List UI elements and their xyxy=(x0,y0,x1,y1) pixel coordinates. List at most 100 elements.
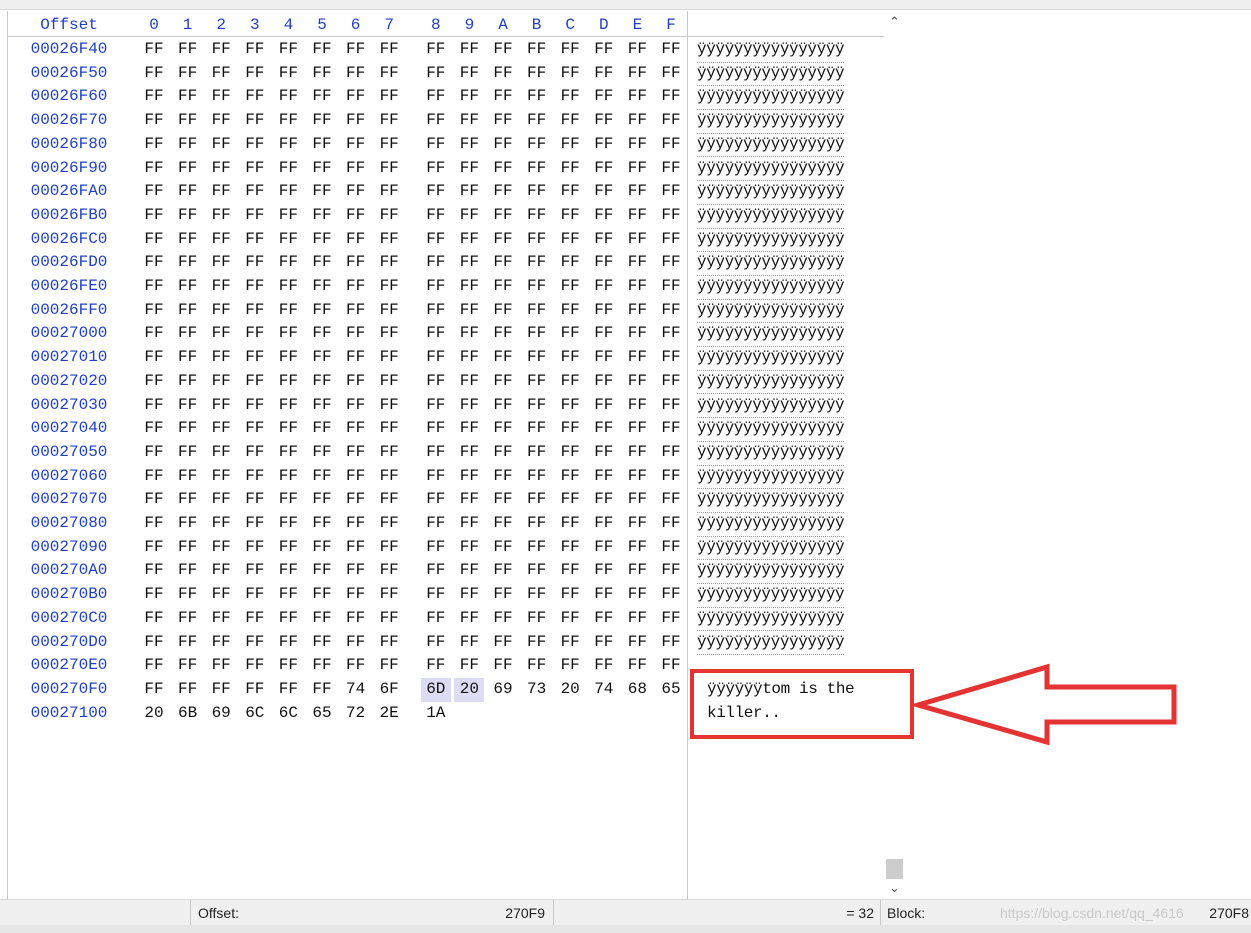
hex-byte[interactable]: FF xyxy=(341,109,371,133)
hex-byte[interactable]: FF xyxy=(421,417,451,441)
hex-byte[interactable]: FF xyxy=(589,133,619,157)
hex-byte[interactable]: FF xyxy=(622,607,652,631)
hex-byte[interactable]: FF xyxy=(273,228,303,252)
hex-byte[interactable]: FF xyxy=(522,180,552,204)
hex-byte[interactable]: FF xyxy=(555,512,585,536)
hex-byte[interactable]: FF xyxy=(273,370,303,394)
hex-byte[interactable]: FF xyxy=(522,654,552,678)
hex-byte[interactable]: FF xyxy=(421,62,451,86)
hex-byte[interactable]: FF xyxy=(488,204,518,228)
hex-byte[interactable]: FF xyxy=(454,322,484,346)
hex-byte[interactable]: FF xyxy=(589,275,619,299)
hex-byte[interactable]: 20 xyxy=(555,678,585,702)
hex-byte[interactable]: FF xyxy=(139,38,169,62)
hex-byte[interactable]: FF xyxy=(555,536,585,560)
hex-byte[interactable]: FF xyxy=(622,346,652,370)
hex-byte[interactable]: FF xyxy=(139,488,169,512)
hex-byte[interactable]: FF xyxy=(522,465,552,489)
hex-byte[interactable]: FF xyxy=(206,204,236,228)
hex-byte[interactable]: FF xyxy=(341,631,371,655)
hex-byte[interactable]: FF xyxy=(374,275,404,299)
hex-byte[interactable]: FF xyxy=(589,228,619,252)
hex-byte[interactable]: FF xyxy=(139,299,169,323)
hex-byte[interactable]: FF xyxy=(273,180,303,204)
hex-byte[interactable]: FF xyxy=(454,133,484,157)
hex-byte[interactable]: FF xyxy=(374,38,404,62)
hex-byte[interactable]: FF xyxy=(656,512,686,536)
hex-byte[interactable]: FF xyxy=(589,465,619,489)
hex-byte[interactable]: FF xyxy=(555,133,585,157)
hex-byte[interactable]: 20 xyxy=(454,677,485,702)
hex-byte[interactable]: FF xyxy=(206,157,236,181)
hex-byte[interactable]: FF xyxy=(240,559,270,583)
hex-byte[interactable]: FF xyxy=(522,536,552,560)
hex-byte[interactable]: FF xyxy=(555,465,585,489)
hex-byte[interactable]: FF xyxy=(656,394,686,418)
hex-byte[interactable]: FF xyxy=(421,228,451,252)
hex-byte[interactable]: FF xyxy=(341,180,371,204)
hex-byte[interactable]: FF xyxy=(374,370,404,394)
hex-byte[interactable]: FF xyxy=(622,322,652,346)
hex-byte[interactable]: FF xyxy=(374,631,404,655)
hex-byte[interactable]: FF xyxy=(589,38,619,62)
hex-byte[interactable]: FF xyxy=(454,536,484,560)
hex-byte[interactable]: FF xyxy=(589,109,619,133)
hex-byte[interactable]: FF xyxy=(454,607,484,631)
hex-byte[interactable]: FF xyxy=(206,417,236,441)
hex-byte[interactable]: FF xyxy=(374,251,404,275)
hex-byte[interactable]: FF xyxy=(307,157,337,181)
hex-byte[interactable]: FF xyxy=(139,654,169,678)
hex-byte[interactable]: FF xyxy=(488,322,518,346)
hex-byte[interactable]: FF xyxy=(555,631,585,655)
hex-byte[interactable]: FF xyxy=(173,370,203,394)
hex-byte[interactable]: FF xyxy=(240,180,270,204)
hex-byte[interactable]: FF xyxy=(555,322,585,346)
hex-byte[interactable]: FF xyxy=(341,228,371,252)
hex-byte[interactable]: FF xyxy=(374,62,404,86)
hex-byte[interactable]: FF xyxy=(240,299,270,323)
hex-byte[interactable]: FF xyxy=(522,559,552,583)
hex-byte[interactable]: FF xyxy=(374,394,404,418)
hex-byte[interactable]: FF xyxy=(374,488,404,512)
hex-byte[interactable]: FF xyxy=(589,322,619,346)
hex-byte[interactable]: FF xyxy=(240,488,270,512)
hex-byte[interactable]: FF xyxy=(307,488,337,512)
hex-byte[interactable]: FF xyxy=(173,228,203,252)
hex-byte[interactable]: FF xyxy=(139,441,169,465)
hex-byte[interactable]: FF xyxy=(488,180,518,204)
hex-byte[interactable]: FF xyxy=(139,370,169,394)
hex-byte[interactable]: FF xyxy=(589,370,619,394)
hex-byte[interactable]: FF xyxy=(139,322,169,346)
hex-byte[interactable]: FF xyxy=(240,62,270,86)
hex-byte[interactable]: FF xyxy=(374,109,404,133)
ascii-text[interactable]: ÿÿÿÿÿÿÿÿÿÿÿÿÿÿÿÿ xyxy=(697,536,845,561)
hex-byte[interactable]: FF xyxy=(421,607,451,631)
hex-byte[interactable]: FF xyxy=(421,488,451,512)
hex-byte[interactable]: FF xyxy=(240,512,270,536)
hex-byte[interactable]: FF xyxy=(555,109,585,133)
hex-byte[interactable]: FF xyxy=(273,631,303,655)
hex-byte[interactable]: FF xyxy=(488,109,518,133)
hex-byte[interactable]: 74 xyxy=(589,678,619,702)
hex-byte[interactable]: FF xyxy=(522,38,552,62)
ascii-text[interactable]: ÿÿÿÿÿÿÿÿÿÿÿÿÿÿÿÿ xyxy=(697,204,845,229)
hex-byte[interactable]: FF xyxy=(173,346,203,370)
hex-byte[interactable]: FF xyxy=(522,488,552,512)
hex-byte[interactable]: FF xyxy=(307,441,337,465)
hex-byte[interactable]: FF xyxy=(173,465,203,489)
hex-byte[interactable]: FF xyxy=(206,133,236,157)
hex-byte[interactable]: FF xyxy=(206,62,236,86)
hex-byte[interactable]: FF xyxy=(307,109,337,133)
hex-byte[interactable]: FF xyxy=(622,62,652,86)
hex-byte[interactable]: FF xyxy=(589,536,619,560)
hex-byte[interactable]: FF xyxy=(421,583,451,607)
hex-byte[interactable]: FF xyxy=(421,109,451,133)
hex-byte[interactable]: FF xyxy=(139,394,169,418)
ascii-text[interactable]: ÿÿÿÿÿÿÿÿÿÿÿÿÿÿÿÿ xyxy=(697,228,845,253)
hex-byte[interactable]: FF xyxy=(240,109,270,133)
hex-byte[interactable]: 74 xyxy=(341,678,371,702)
hex-byte[interactable]: FF xyxy=(273,38,303,62)
hex-byte[interactable]: FF xyxy=(273,346,303,370)
hex-byte[interactable]: FF xyxy=(173,157,203,181)
hex-byte[interactable]: FF xyxy=(240,631,270,655)
